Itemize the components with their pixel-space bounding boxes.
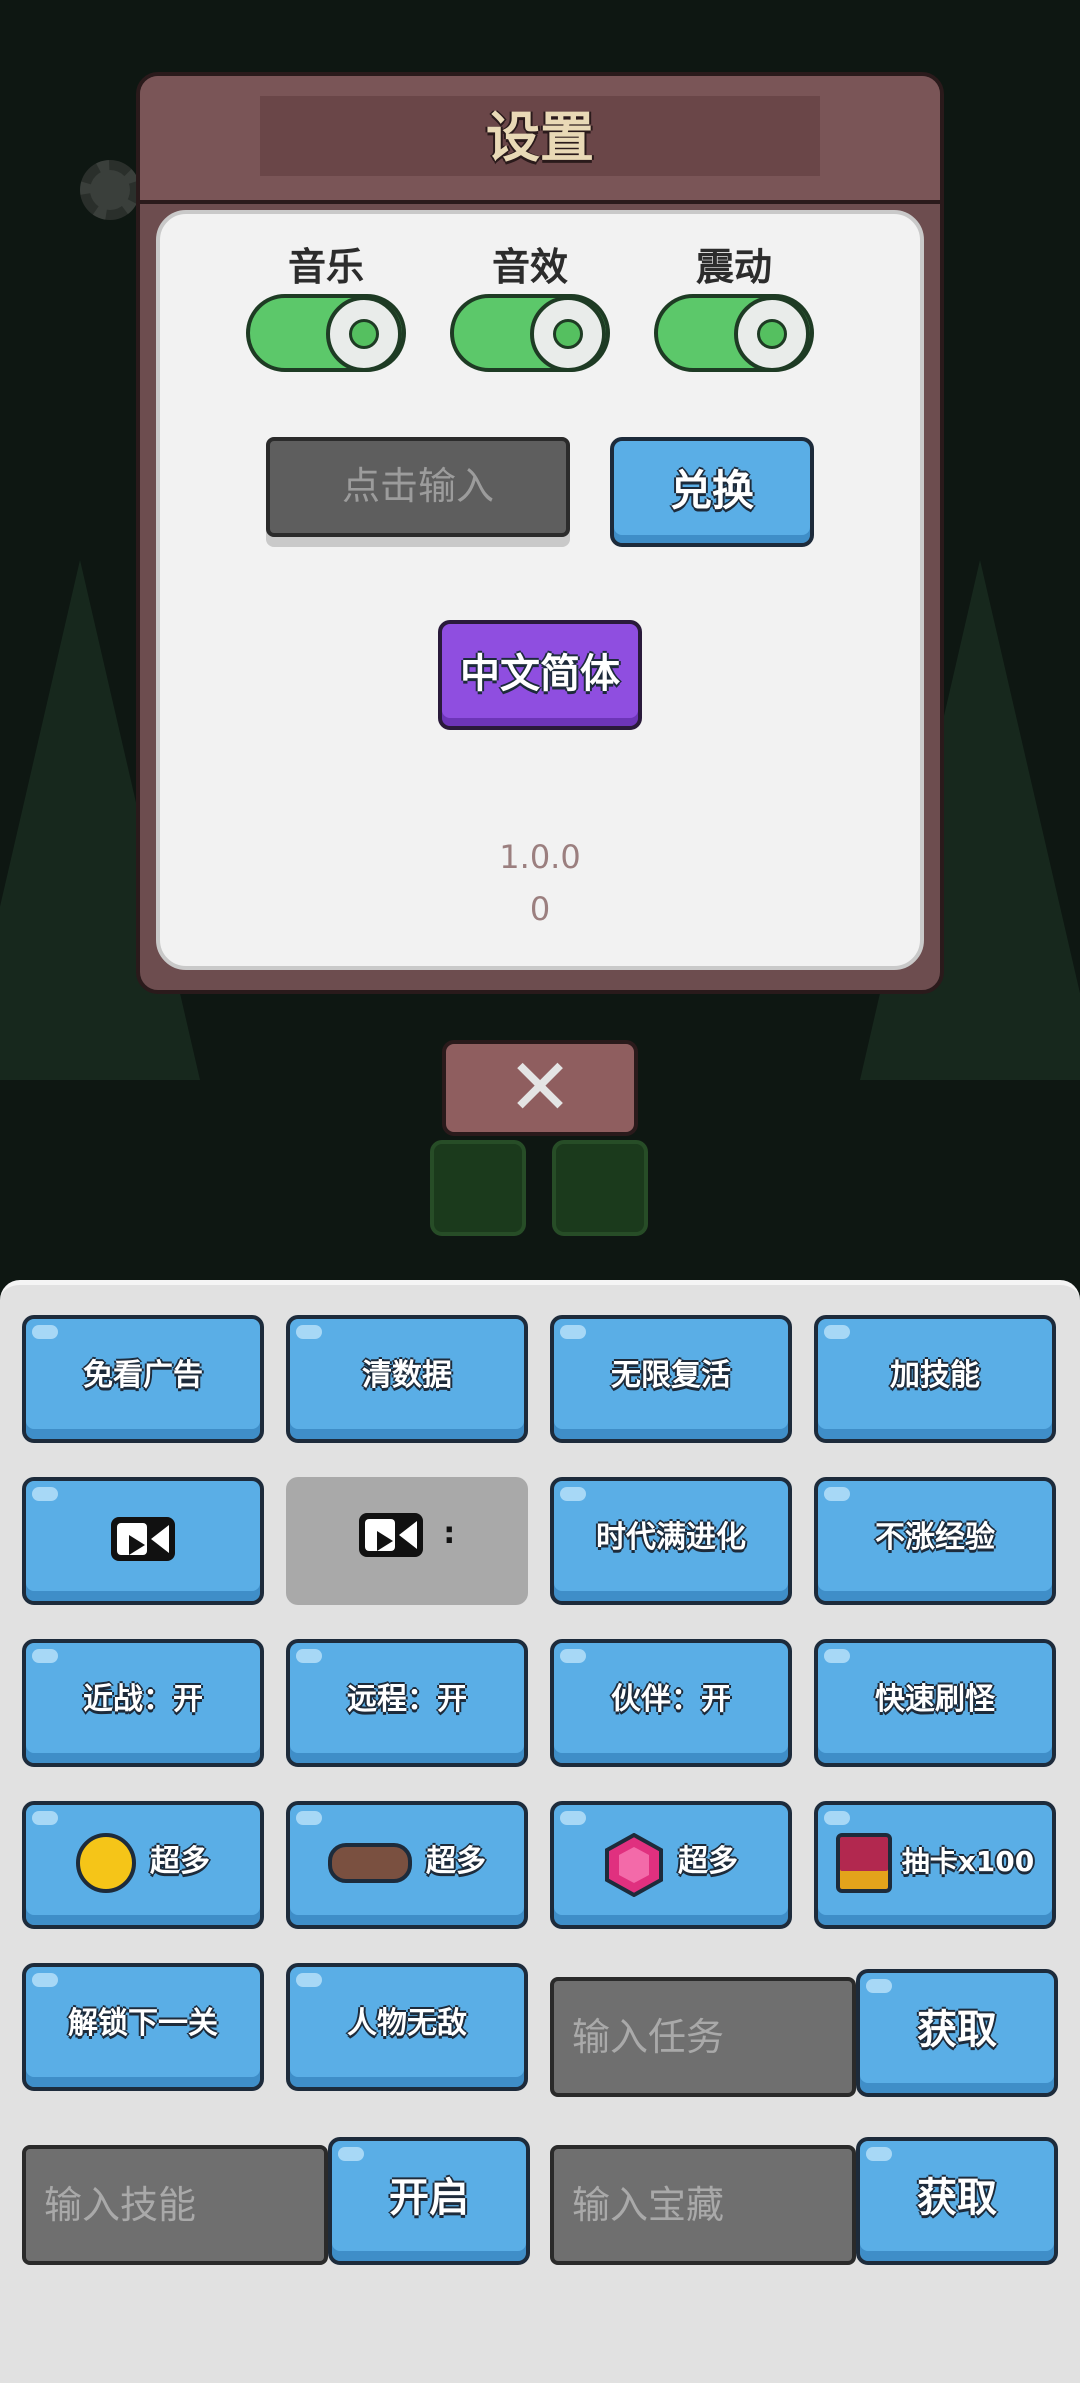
skill-input[interactable]: 输入技能 [22, 2145, 328, 2265]
enable-skill-button[interactable]: 开启 [328, 2137, 530, 2265]
gold-coin-icon [76, 1832, 136, 1893]
clear-data-button[interactable]: 清数据 [286, 1315, 528, 1443]
toggle-knob [530, 296, 606, 372]
add-skill-button[interactable]: 加技能 [814, 1315, 1056, 1443]
lots-of-gems-button[interactable]: 超多 [550, 1801, 792, 1929]
invincible-button[interactable]: 人物无敌 [286, 1963, 528, 2091]
task-input[interactable]: 输入任务 [550, 1977, 856, 2097]
unlock-next-level-button[interactable]: 解锁下一关 [22, 1963, 264, 2091]
equipment-slot-belt[interactable] [552, 1140, 648, 1236]
get-treasure-button[interactable]: 获取 [856, 2137, 1058, 2265]
music-toggle[interactable] [246, 294, 406, 372]
fast-spawn-button[interactable]: 快速刷怪 [814, 1639, 1056, 1767]
treasure-input[interactable]: 输入宝藏 [550, 2145, 856, 2265]
sound-effects-label: 音效 [491, 245, 568, 289]
video-camera-icon [111, 1516, 175, 1561]
toggle-knob [326, 296, 402, 372]
vibration-toggle[interactable] [654, 294, 814, 372]
video-status-button[interactable]: : [286, 1477, 528, 1605]
ranged-toggle-button[interactable]: 远程：开 [286, 1639, 528, 1767]
dialog-header: 设置 [140, 76, 940, 204]
skip-ads-button[interactable]: 免看广告 [22, 1315, 264, 1443]
treasure-chest-icon [835, 1833, 892, 1893]
redeem-code-input[interactable]: 点击输入 [266, 437, 570, 537]
music-label: 音乐 [287, 245, 364, 289]
close-button[interactable]: ✕ [442, 1040, 638, 1136]
companion-toggle-button[interactable]: 伙伴：开 [550, 1639, 792, 1767]
toggle-knob [734, 296, 810, 372]
max-evolution-button[interactable]: 时代满进化 [550, 1477, 792, 1605]
vibration-label: 震动 [695, 245, 772, 289]
draw-cards-button[interactable]: 抽卡x100 [814, 1801, 1056, 1929]
build-text: 0 [529, 890, 551, 928]
gear-icon [80, 160, 140, 220]
sound-effects-toggle[interactable] [450, 294, 610, 372]
video-count: : [443, 1516, 456, 1551]
pink-gem-icon [604, 1831, 664, 1897]
close-icon: ✕ [507, 1043, 573, 1133]
version-text: 1.0.0 [499, 838, 581, 876]
lots-of-wood-button[interactable]: 超多 [286, 1801, 528, 1929]
video-camera-icon [358, 1512, 423, 1557]
redeem-button[interactable]: 兑换 [610, 437, 814, 547]
melee-toggle-button[interactable]: 近战：开 [22, 1639, 264, 1767]
no-exp-gain-button[interactable]: 不涨经验 [814, 1477, 1056, 1605]
wood-log-icon [328, 1842, 412, 1883]
dialog-title: 设置 [486, 106, 594, 169]
language-button[interactable]: 中文简体 [438, 620, 642, 730]
lots-of-gold-button[interactable]: 超多 [22, 1801, 264, 1929]
get-task-button[interactable]: 获取 [856, 1969, 1058, 2097]
equipment-slot-flower[interactable] [430, 1140, 526, 1236]
watch-video-button[interactable] [22, 1477, 264, 1605]
infinite-revive-button[interactable]: 无限复活 [550, 1315, 792, 1443]
cheat-panel: 免看广告 清数据 无限复活 加技能 : 时代满进化 不涨经验 近战：开 远程：开… [0, 1280, 1080, 2383]
